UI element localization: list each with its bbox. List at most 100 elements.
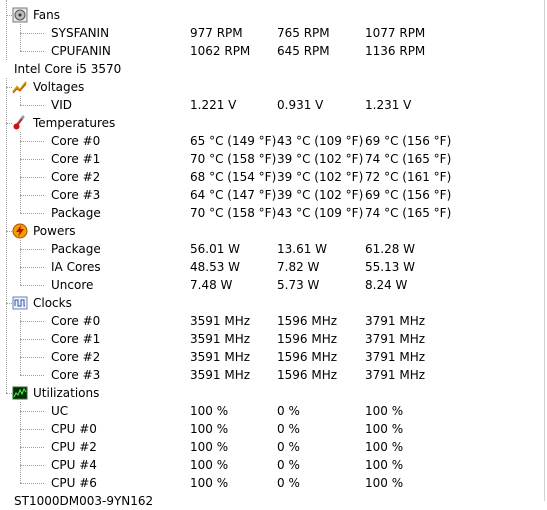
sensor-row[interactable]: CPU #2 100 % 0 % 100 % [0,438,547,456]
sensor-max: 69 °C (156 °F) [365,188,452,202]
tree-line [20,195,44,196]
tree-line [20,132,21,213]
sensor-row[interactable]: Core #3 3591 MHz 1596 MHz 3791 MHz [0,366,547,384]
voltage-graph-icon [12,79,28,95]
sensor-row[interactable]: UC 100 % 0 % 100 % [0,402,547,420]
sensor-name: Package [51,206,101,220]
sensor-value: 7.48 W [190,278,233,292]
sensor-row[interactable]: CPU #4 100 % 0 % 100 % [0,456,547,474]
sensor-value: 3591 MHz [190,350,251,364]
group-label: Temperatures [33,116,116,130]
sensor-row[interactable]: Uncore 7.48 W 5.73 W 8.24 W [0,276,547,294]
sensor-row[interactable]: Core #0 65 °C (149 °F) 43 °C (109 °F) 69… [0,132,547,150]
sensor-value: 100 % [190,458,229,472]
tree-line [6,303,12,304]
group-row-utilizations[interactable]: Utilizations [0,384,547,402]
sensor-max: 74 °C (165 °F) [365,206,452,220]
sensor-max: 1136 RPM [365,44,426,58]
tree-line [20,285,44,286]
sensor-row[interactable]: Core #1 70 °C (158 °F) 39 °C (102 °F) 74… [0,150,547,168]
sensor-max: 3791 MHz [365,350,426,364]
sensor-value: 100 % [190,476,229,490]
sensor-row[interactable]: Core #2 3591 MHz 1596 MHz 3791 MHz [0,348,547,366]
sensor-name: Uncore [51,278,94,292]
sensor-value: 3591 MHz [190,314,251,328]
sensor-row[interactable]: IA Cores 48.53 W 7.82 W 55.13 W [0,258,547,276]
sensor-max: 69 °C (156 °F) [365,134,452,148]
sensor-row[interactable]: CPUFANIN 1062 RPM 645 RPM 1136 RPM [0,42,547,60]
tree-line [20,267,44,268]
hardware-label: Intel Core i5 3570 [14,62,122,76]
tree-line [20,96,21,105]
sensor-name: CPU #2 [51,440,97,454]
group-row-fans[interactable]: Fans [0,6,547,24]
sensor-name: Package [51,242,101,256]
tree-line [20,249,44,250]
group-row-clocks[interactable]: Clocks [0,294,547,312]
sensor-min: 39 °C (102 °F) [277,152,364,166]
group-label: Fans [33,8,61,22]
utilization-graph-icon [12,385,28,401]
sensor-min: 0.931 V [277,98,324,112]
sensor-row[interactable]: Core #2 68 °C (154 °F) 39 °C (102 °F) 72… [0,168,547,186]
sensor-max: 3791 MHz [365,314,426,328]
tree-line [20,51,44,52]
sensor-max: 1.231 V [365,98,412,112]
sensor-min: 645 RPM [277,44,330,58]
tree-line [6,87,12,88]
sensor-row[interactable]: CPU #0 100 % 0 % 100 % [0,420,547,438]
sensor-value: 100 % [190,404,229,418]
sensor-value: 68 °C (154 °F) [190,170,277,184]
sensor-name: CPUFANIN [51,44,111,58]
group-row-voltages[interactable]: Voltages [0,78,547,96]
sensor-name: Core #1 [51,152,101,166]
sensor-name: Core #2 [51,350,101,364]
tree-line [6,78,7,393]
sensor-value: 48.53 W [190,260,241,274]
sensor-max: 100 % [365,404,404,418]
tree-line [6,123,12,124]
sensor-row[interactable]: VID 1.221 V 0.931 V 1.231 V [0,96,547,114]
sensor-row[interactable]: CPU #6 100 % 0 % 100 % [0,474,547,492]
sensor-row[interactable]: Core #1 3591 MHz 1596 MHz 3791 MHz [0,330,547,348]
sensor-min: 43 °C (109 °F) [277,206,364,220]
sensor-min: 0 % [277,422,300,436]
sensor-max: 74 °C (165 °F) [365,152,452,166]
tree-line [20,24,21,51]
sensor-tree[interactable]: Fans SYSFANIN 977 RPM 765 RPM 1077 RPM C… [0,0,547,508]
sensor-max: 3791 MHz [365,332,426,346]
sensor-max: 8.24 W [365,278,408,292]
sensor-value: 1062 RPM [190,44,251,58]
tree-line [6,15,12,16]
tree-line [20,141,44,142]
sensor-value: 56.01 W [190,242,241,256]
power-bolt-icon [12,223,28,239]
sensor-min: 0 % [277,404,300,418]
sensor-row[interactable]: Package 56.01 W 13.61 W 61.28 W [0,240,547,258]
hardware-row-cpu[interactable]: Intel Core i5 3570 [0,60,547,78]
sensor-min: 1596 MHz [277,368,338,382]
sensor-value: 70 °C (158 °F) [190,206,277,220]
sensor-row[interactable]: Core #0 3591 MHz 1596 MHz 3791 MHz [0,312,547,330]
tree-line [20,429,44,430]
sensor-row[interactable]: Package 70 °C (158 °F) 43 °C (109 °F) 74… [0,204,547,222]
tree-line [6,0,7,60]
hardware-row-disk[interactable]: ST1000DM003-9YN162 [0,492,547,510]
tree-line [20,402,21,483]
sensor-min: 0 % [277,440,300,454]
sensor-min: 765 RPM [277,26,330,40]
group-label: Clocks [33,296,72,310]
sensor-name: Core #1 [51,332,101,346]
sensor-row[interactable]: Core #3 64 °C (147 °F) 39 °C (102 °F) 69… [0,186,547,204]
sensor-value: 100 % [190,440,229,454]
group-row-temperatures[interactable]: Temperatures [0,114,547,132]
tree-line [20,177,44,178]
sensor-value: 3591 MHz [190,368,251,382]
sensor-value: 3591 MHz [190,332,251,346]
tree-line [20,339,44,340]
group-row-powers[interactable]: Powers [0,222,547,240]
sensor-row[interactable]: SYSFANIN 977 RPM 765 RPM 1077 RPM [0,24,547,42]
tree-line [20,411,44,412]
group-label: Utilizations [33,386,100,400]
sensor-name: VID [51,98,72,112]
